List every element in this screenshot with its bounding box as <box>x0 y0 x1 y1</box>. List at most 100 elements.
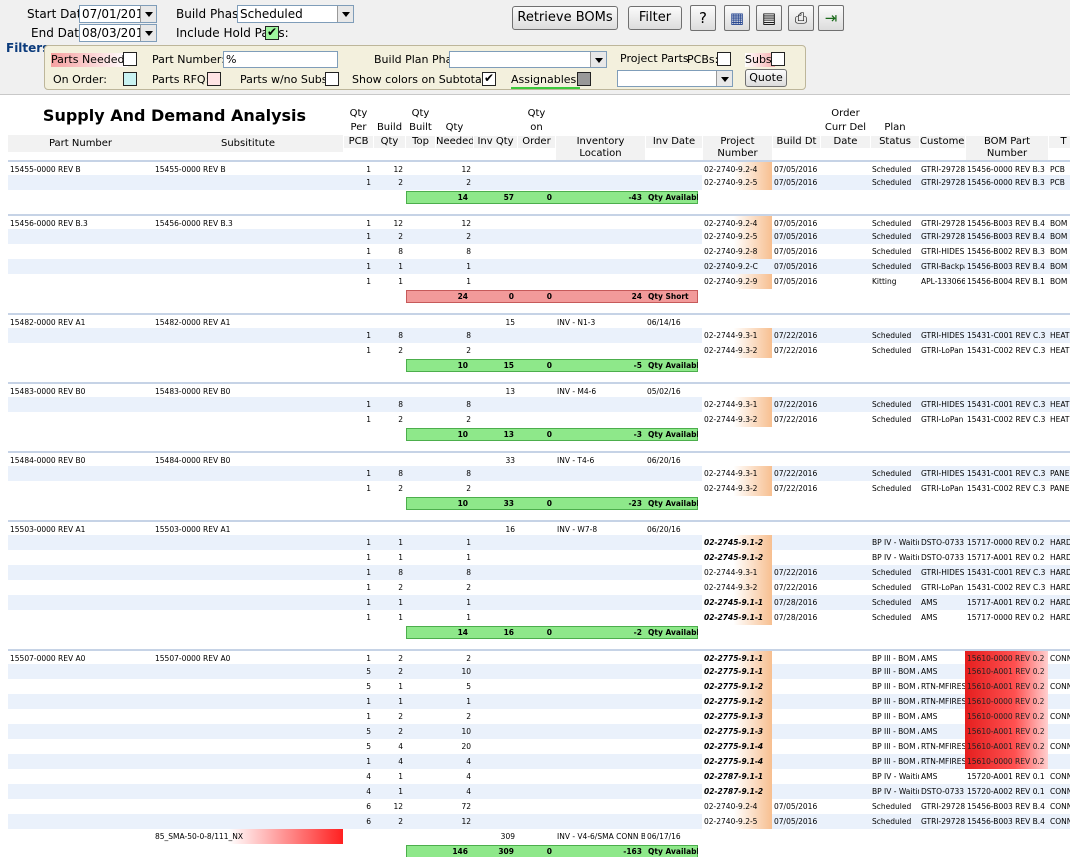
chevron-down-icon[interactable] <box>590 52 606 67</box>
subtotal-row[interactable]: 146 309 0 -163 Qty Available <box>8 844 1070 857</box>
table-row[interactable]: 85_SMA-50-0-8/111_NX 309 INV - V4-6/SMA CO… <box>8 829 1070 844</box>
header-inv-qty[interactable]: Inv Qty <box>473 106 517 152</box>
table-row[interactable]: 1 2 2 02-2775-9.1-3 BP III - BOM A AMS 15610-0… <box>8 709 1070 724</box>
assignables-checkbox[interactable] <box>577 72 591 86</box>
table-row[interactable]: 6 2 12 02-2740-9.2-5 07/05/2016 Scheduled GTRI… <box>8 814 1070 829</box>
build-qty-cell: 1 <box>398 682 403 691</box>
table-row[interactable]: 1 8 8 02-2744-9.3-1 07/22/2016 Scheduled GTRI-… <box>8 397 1070 412</box>
table-row[interactable]: 1 1 1 02-2745-9.1-2 BP IV - WaitingDSTO-0733… <box>8 535 1070 550</box>
chevron-down-icon[interactable] <box>140 6 156 22</box>
group-row[interactable]: 15483-0000 REV B0 15483-0000 REV B0 13 INV … <box>8 382 1070 397</box>
group-row[interactable]: 15484-0000 REV B0 15484-0000 REV B0 33 INV … <box>8 451 1070 466</box>
project-number-cell: 02-2740-9.2-C <box>704 262 758 271</box>
qty-per-pcb-cell: 1 <box>366 613 371 622</box>
table-row[interactable]: 1 1 1 02-2745-9.1-1 07/28/2016 Scheduled AMS 15… <box>8 610 1070 625</box>
parts-rfq-checkbox[interactable] <box>207 72 221 86</box>
header-qty-per[interactable]: Qty Per PCB <box>343 106 373 152</box>
group-row[interactable]: 15507-0000 REV A0 15507-0000 REV A0 1 2 2 02-… <box>8 649 1070 666</box>
header-qty-on-order[interactable]: Qty on Order <box>517 106 555 152</box>
subtotal-row[interactable]: 14 16 0 -2 Qty Available <box>8 625 1070 641</box>
include-hold-checkbox[interactable] <box>265 24 279 40</box>
build-qty-cell: 8 <box>398 247 403 256</box>
quote-combo[interactable] <box>617 70 733 87</box>
table-row[interactable]: 1 2 2 02-2744-9.3-2 07/22/2016 Scheduled GTRI-… <box>8 412 1070 427</box>
chevron-down-icon[interactable] <box>716 71 732 86</box>
table-row[interactable]: 1 8 8 02-2744-9.3-1 07/22/2016 Scheduled GTRI-… <box>8 466 1070 481</box>
header-line: Qty <box>349 108 368 119</box>
print-icon[interactable]: ⎙ <box>788 5 814 31</box>
table-row[interactable]: 5 4 20 02-2775-9.1-4 BP III - BOM A RTN-MFIRE… <box>8 739 1070 754</box>
grid-view-icon[interactable]: ▦ <box>724 5 750 31</box>
table-row[interactable]: 1 1 1 02-2745-9.1-2 BP IV - WaitingDSTO-0733… <box>8 550 1070 565</box>
subs-checkbox[interactable] <box>771 52 785 66</box>
end-date-combo[interactable]: 08/03/2016 <box>79 24 157 42</box>
header-substitute[interactable]: Subsititute <box>153 135 343 152</box>
quote-button[interactable]: Quote <box>745 69 787 87</box>
header-build-date[interactable]: Build Dt <box>772 106 820 152</box>
customer-cell: GTRI-LoPan <box>921 346 964 355</box>
header-plan-status[interactable]: Plan Status <box>870 106 919 152</box>
group-row[interactable]: 15503-0000 REV A1 15503-0000 REV A1 16 INV … <box>8 520 1070 535</box>
customer-cell: GTRI-HIDES <box>921 247 965 256</box>
filter-button[interactable]: Filter <box>628 6 682 30</box>
table-row[interactable]: 4 1 4 02-2787-9.1-1 BP IV - WaitingAMS 15720-… <box>8 769 1070 784</box>
header-customer[interactable]: Customer <box>919 106 969 152</box>
table-row[interactable]: 1 8 8 02-2744-9.3-1 07/22/2016 Scheduled GTRI-… <box>8 328 1070 343</box>
table-row[interactable]: 1 8 8 02-2744-9.3-1 07/22/2016 Scheduled GTRI-… <box>8 565 1070 580</box>
header-project-number[interactable]: Project Number <box>702 106 772 160</box>
header-order-curr-del-date[interactable]: Order Curr Del Date <box>820 106 870 152</box>
subtotal-row[interactable]: 10 15 0 -5 Qty Available <box>8 358 1070 374</box>
chevron-down-icon[interactable] <box>140 25 156 41</box>
table-row[interactable]: 1 2 2 02-2744-9.3-2 07/22/2016 Scheduled GTRI-… <box>8 481 1070 496</box>
retrieve-boms-button[interactable]: Retrieve BOMs <box>512 6 618 30</box>
header-qty-built[interactable]: Qty Built Top <box>405 106 435 152</box>
pcbs-checkbox[interactable] <box>717 52 731 66</box>
subtotal-row[interactable]: 24 0 0 24 Qty Short <box>8 289 1070 305</box>
group-row[interactable]: 15456-0000 REV B.3 15456-0000 REV B.3 1 12 1… <box>8 214 1070 231</box>
table-row[interactable]: 4 1 4 02-2787-9.1-2 BP IV - WaitingDSTO-0733… <box>8 784 1070 799</box>
header-inv-date[interactable]: Inv Date <box>645 106 702 152</box>
subtotal-row[interactable]: 10 13 0 -3 Qty Available <box>8 427 1070 443</box>
subtotal-row[interactable]: 10 33 0 -23 Qty Available <box>8 496 1070 512</box>
table-row[interactable]: 1 2 2 02-2740-9.2-5 07/05/2016 Scheduled GTRI-… <box>8 175 1070 190</box>
project-number-cell: 02-2775-9.1-2 <box>702 679 772 694</box>
table-row[interactable]: 1 1 1 02-2745-9.1-1 07/28/2016 Scheduled AMS 15… <box>8 595 1070 610</box>
header-bom-part-number[interactable]: BOM Part Number <box>965 106 1048 160</box>
parts-needed-checkbox[interactable] <box>123 52 137 66</box>
exit-icon[interactable]: ⇥ <box>818 5 844 31</box>
table-row[interactable]: 5 1 5 02-2775-9.1-2 BP III - BOM A RTN-MFIRES… <box>8 679 1070 694</box>
build-phase-combo[interactable]: Scheduled <box>237 5 354 23</box>
subtotal-row[interactable]: 14 57 0 -43 Qty Available <box>8 190 1070 206</box>
table-row[interactable]: 1 2 2 02-2744-9.3-2 07/22/2016 Scheduled GTRI-… <box>8 343 1070 358</box>
table-row[interactable]: 1 1 1 02-2775-9.1-2 BP III - BOM A RTN-MFIRES… <box>8 694 1070 709</box>
table-row[interactable]: 1 8 8 02-2740-9.2-8 07/05/2016 Scheduled GTRI-… <box>8 244 1070 259</box>
header-type[interactable]: T <box>1048 106 1070 152</box>
part-number-input[interactable]: % <box>223 51 338 68</box>
plan-status-cell: Scheduled <box>872 400 912 409</box>
table-row[interactable]: 1 2 2 02-2740-9.2-5 07/05/2016 Scheduled GTRI-… <box>8 229 1070 244</box>
build-plan-phase-combo[interactable] <box>449 51 607 68</box>
group-row[interactable]: 15455-0000 REV B 15455-0000 REV B 1 12 12 02-… <box>8 160 1070 177</box>
table-row[interactable]: 5 2 10 02-2775-9.1-3 BP III - BOM A AMS 15610-… <box>8 724 1070 739</box>
header-part-number[interactable]: Part Number <box>8 135 153 152</box>
parts-no-subs-checkbox[interactable] <box>325 72 339 86</box>
table-row[interactable]: 6 12 72 02-2740-9.2-4 07/05/2016 Scheduled GTR… <box>8 799 1070 814</box>
show-colors-checkbox[interactable] <box>482 70 496 86</box>
header-qty-needed[interactable]: Qty Needed <box>435 106 475 152</box>
header-inventory-location[interactable]: Inventory Location <box>555 106 645 160</box>
on-order-checkbox[interactable] <box>123 72 137 86</box>
start-date-combo[interactable]: 07/01/2016 <box>79 5 157 23</box>
help-icon[interactable]: ? <box>690 5 716 31</box>
table-row[interactable]: 1 1 1 02-2740-9.2-C 07/05/2016 Scheduled GTRI-… <box>8 259 1070 274</box>
table-row[interactable]: 1 2 2 02-2744-9.3-2 07/22/2016 Scheduled GTRI-… <box>8 580 1070 595</box>
header-build-qty[interactable]: Build Qty <box>373 106 405 152</box>
chevron-down-icon[interactable] <box>337 6 353 22</box>
group-row[interactable]: 15482-0000 REV A1 15482-0000 REV A1 15 INV … <box>8 313 1070 328</box>
build-qty-cell: 2 <box>398 712 403 721</box>
table-row[interactable]: 5 2 10 02-2775-9.1-1 BP III - BOM A AMS 15610-… <box>8 664 1070 679</box>
report-icon[interactable]: ▤ <box>756 5 782 31</box>
table-row[interactable]: 1 1 1 02-2740-9.2-9 07/05/2016 Kitting APL-133… <box>8 274 1070 289</box>
qty-needed-cell: 2 <box>466 583 471 592</box>
table-row[interactable]: 1 4 4 02-2775-9.1-4 BP III - BOM A RTN-MFIRES… <box>8 754 1070 769</box>
project-number-cell: 02-2744-9.3-1 <box>702 565 772 580</box>
